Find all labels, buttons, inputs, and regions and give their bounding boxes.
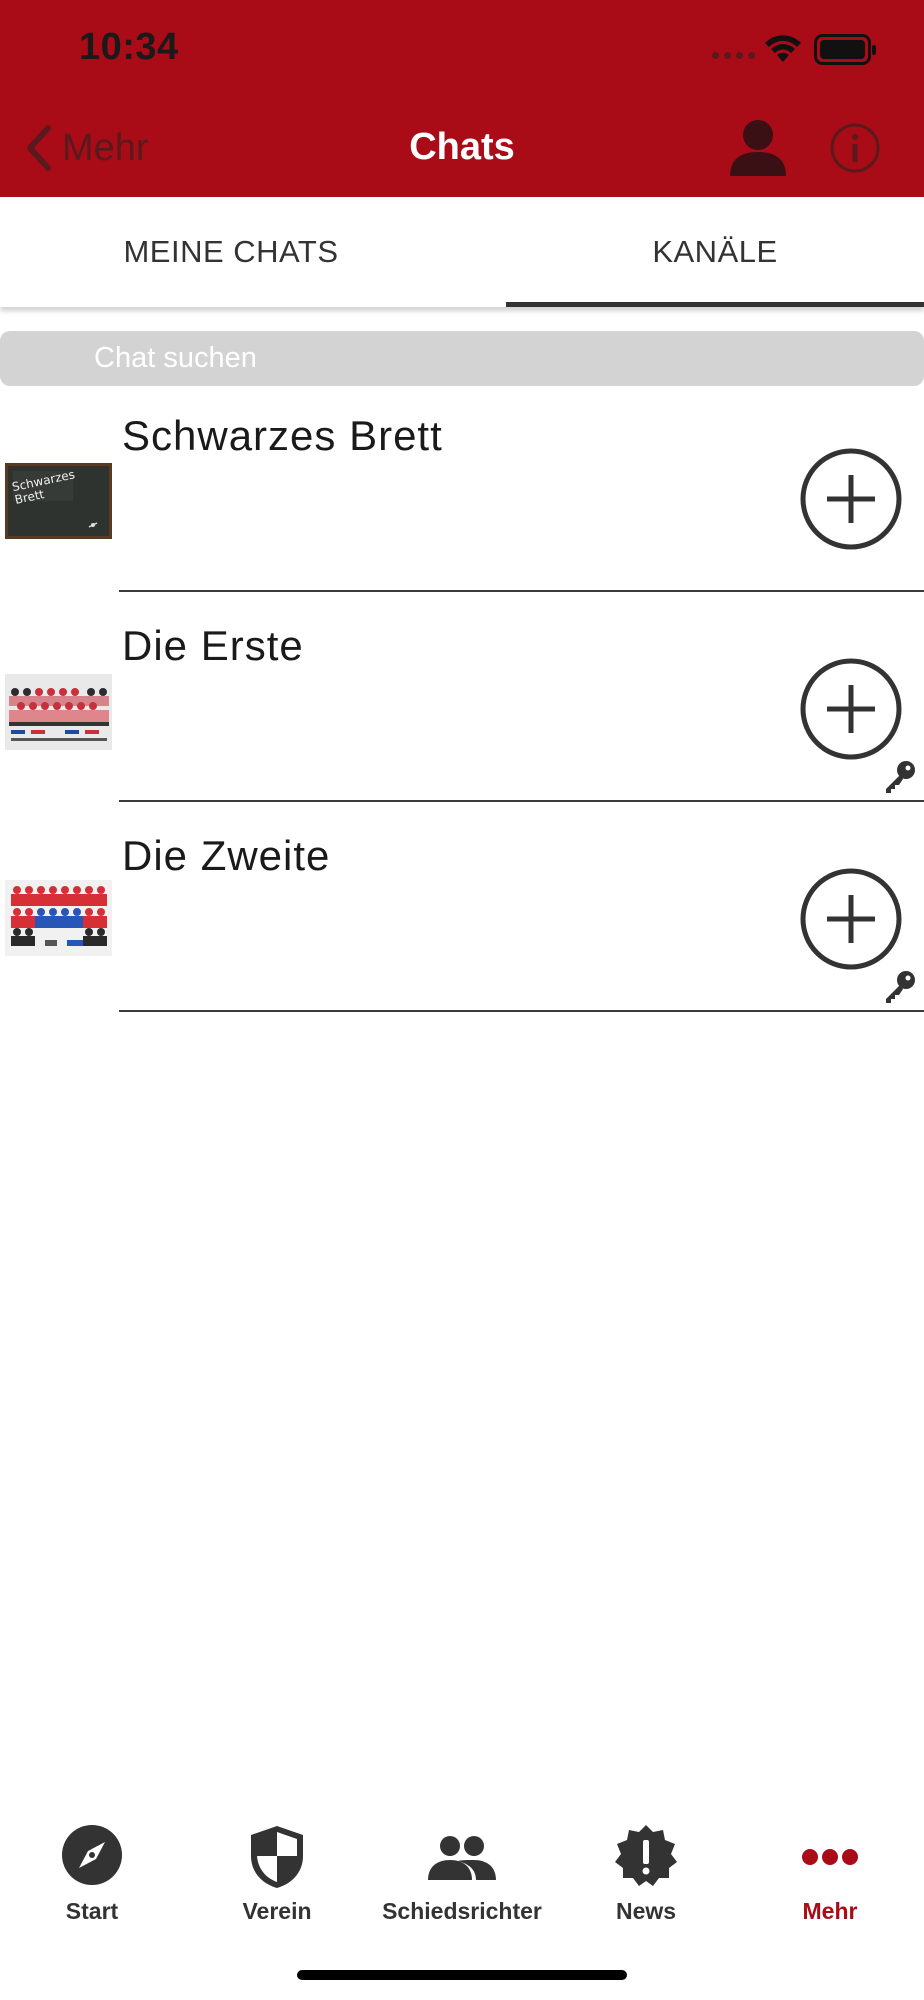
tabbar-item-schiedsrichter[interactable]: Schiedsrichter xyxy=(370,1810,554,1924)
segment-tabs: MEINE CHATS KANÄLE xyxy=(0,197,924,307)
list-item[interactable]: Schwarzes Brett Schwarzes Brett xyxy=(0,384,924,592)
tabbar-item-start[interactable]: Start xyxy=(0,1810,184,1924)
plus-circle-icon[interactable] xyxy=(799,867,903,971)
back-button-label: Mehr xyxy=(62,126,149,169)
active-tab-indicator xyxy=(506,302,924,307)
channel-name: Schwarzes Brett xyxy=(122,412,443,459)
cellular-signal-icon xyxy=(712,52,755,59)
divider xyxy=(119,800,924,802)
home-indicator[interactable] xyxy=(297,1970,627,1980)
plus-circle-icon[interactable] xyxy=(799,447,903,551)
divider xyxy=(119,1010,924,1012)
status-time: 10:34 xyxy=(79,26,179,68)
tabbar-label: Start xyxy=(65,1898,119,1924)
back-button[interactable]: Mehr xyxy=(26,120,149,176)
people-icon xyxy=(428,1836,496,1880)
plus-circle-icon[interactable] xyxy=(799,657,903,761)
more-dots-icon xyxy=(802,1849,858,1865)
compass-icon xyxy=(62,1825,122,1885)
search-input[interactable] xyxy=(0,331,924,386)
channel-thumbnail xyxy=(5,674,112,750)
tabbar-label: Verein xyxy=(242,1898,312,1924)
profile-icon[interactable] xyxy=(726,118,790,176)
list-item[interactable]: Die Erste xyxy=(0,594,924,802)
tab-kanaele[interactable]: KANÄLE xyxy=(506,197,924,307)
tabbar-label: Mehr xyxy=(802,1898,858,1924)
key-icon xyxy=(886,971,915,1003)
channel-thumbnail: Schwarzes Brett xyxy=(5,463,112,539)
wifi-icon xyxy=(765,35,801,62)
tab-meine-chats[interactable]: MEINE CHATS xyxy=(0,197,462,307)
tabbar-label: News xyxy=(615,1898,677,1924)
tabbar-item-mehr[interactable]: Mehr xyxy=(738,1810,922,1924)
chevron-left-icon xyxy=(27,125,51,171)
top-app-bar: 10:34 Mehr Chats xyxy=(0,0,924,197)
alert-badge-icon xyxy=(615,1825,677,1886)
shield-icon xyxy=(251,1826,303,1888)
bottom-tab-bar: Start Verein Schiedsrichter News Mehr xyxy=(0,1810,924,1924)
divider xyxy=(119,590,924,592)
key-icon xyxy=(886,761,915,793)
info-icon[interactable] xyxy=(829,122,881,174)
channel-name: Die Zweite xyxy=(122,832,331,879)
tabbar-item-news[interactable]: News xyxy=(554,1810,738,1924)
channel-thumbnail xyxy=(5,880,112,956)
channel-name: Die Erste xyxy=(122,622,304,669)
list-item[interactable]: Die Zweite xyxy=(0,804,924,1012)
tabbar-item-verein[interactable]: Verein xyxy=(185,1810,369,1924)
battery-icon xyxy=(814,34,876,65)
tabbar-label: Schiedsrichter xyxy=(382,1898,542,1924)
